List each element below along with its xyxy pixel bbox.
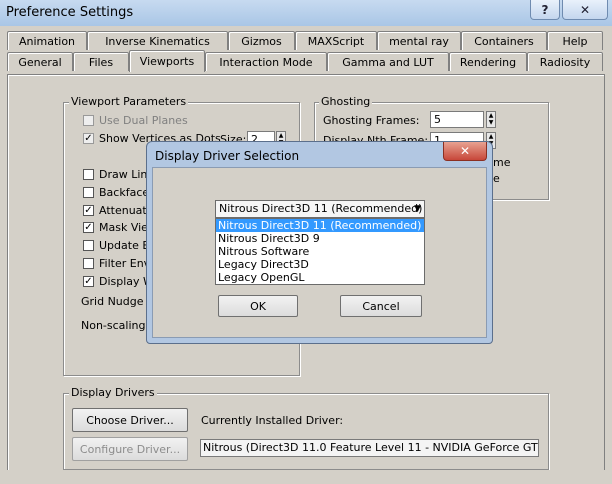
tab-help[interactable]: Help — [547, 31, 603, 50]
mask-viewport-checkbox[interactable]: ✓ — [83, 222, 94, 233]
tab-containers[interactable]: Containers — [461, 31, 547, 50]
driver-option-legacy-d3d[interactable]: Legacy Direct3D — [216, 258, 424, 271]
driver-select[interactable]: Nitrous Direct3D 11 (Recommended) ▼ — [215, 200, 425, 218]
tab-general[interactable]: General — [7, 52, 73, 71]
backface-checkbox[interactable] — [83, 187, 94, 198]
grid-nudge-label: Grid Nudge D — [81, 295, 156, 308]
filter-environment-checkbox[interactable] — [83, 258, 94, 269]
display-driver-selection-dialog: Display Driver Selection ✕ Nitrous Direc… — [146, 141, 493, 344]
chevron-down-icon[interactable]: ▼ — [414, 201, 421, 217]
tab-inverse-kinematics[interactable]: Inverse Kinematics — [87, 31, 228, 50]
driver-option-nitrous-d3d9[interactable]: Nitrous Direct3D 9 — [216, 232, 424, 245]
title-bar: Preference Settings ? ✕ — [0, 0, 612, 26]
driver-dropdown-list: Nitrous Direct3D 11 (Recommended) Nitrou… — [215, 218, 425, 285]
driver-option-nitrous-software[interactable]: Nitrous Software — [216, 245, 424, 258]
tab-animation[interactable]: Animation — [7, 31, 87, 50]
driver-option-legacy-opengl[interactable]: Legacy OpenGL — [216, 271, 424, 284]
tab-gamma-and-lut[interactable]: Gamma and LUT — [327, 52, 449, 71]
tab-viewports[interactable]: Viewports — [129, 50, 205, 72]
dialog-close-button[interactable]: ✕ — [443, 142, 487, 161]
tab-mental-ray[interactable]: mental ray — [377, 31, 461, 50]
tab-maxscript[interactable]: MAXScript — [295, 31, 377, 50]
tab-rendering[interactable]: Rendering — [449, 52, 527, 71]
currently-installed-label: Currently Installed Driver: — [201, 414, 344, 427]
display-world-checkbox[interactable]: ✓ — [83, 276, 94, 287]
display-drivers-label: Display Drivers — [69, 386, 157, 399]
backface-label: Backface — [99, 186, 150, 199]
window-title: Preference Settings — [6, 5, 134, 20]
ghosting-option-partial-1: me — [493, 156, 511, 169]
installed-driver-field: Nitrous (Direct3D 11.0 Feature Level 11 … — [200, 439, 539, 457]
ghosting-label: Ghosting — [319, 95, 373, 108]
use-dual-planes-label: Use Dual Planes — [99, 114, 188, 127]
tab-interaction-mode[interactable]: Interaction Mode — [205, 52, 327, 71]
dialog-title: Display Driver Selection — [155, 149, 300, 163]
draw-links-checkbox[interactable] — [83, 169, 94, 180]
configure-driver-button[interactable]: Configure Driver... — [72, 437, 188, 461]
non-scaling-label: Non-scaling o — [81, 319, 156, 332]
tab-radiosity[interactable]: Radiosity — [527, 52, 603, 71]
tab-files[interactable]: Files — [73, 52, 129, 71]
driver-select-value: Nitrous Direct3D 11 (Recommended) — [219, 202, 423, 215]
attenuate-checkbox[interactable]: ✓ — [83, 205, 94, 216]
close-button[interactable]: ✕ — [562, 0, 608, 20]
viewport-parameters-label: Viewport Parameters — [69, 95, 189, 108]
ghosting-frames-arrows[interactable]: ▲ ▼ — [486, 111, 496, 128]
choose-driver-button[interactable]: Choose Driver... — [72, 408, 188, 432]
ghosting-option-partial-2: e — [493, 172, 500, 185]
driver-option-nitrous-d3d11[interactable]: Nitrous Direct3D 11 (Recommended) — [216, 219, 424, 232]
dialog-body: Nitrous Direct3D 11 (Recommended) ▼ Nitr… — [152, 167, 487, 338]
use-dual-planes-checkbox[interactable] — [83, 115, 94, 126]
ok-button[interactable]: OK — [218, 295, 298, 317]
update-background-checkbox[interactable] — [83, 240, 94, 251]
window-bottom-edge — [0, 470, 612, 484]
ghosting-frames-spinner[interactable]: 5 — [430, 111, 484, 128]
cancel-button[interactable]: Cancel — [340, 295, 422, 317]
tab-gizmos[interactable]: Gizmos — [228, 31, 295, 50]
show-vertices-checkbox[interactable]: ✓ — [83, 133, 94, 144]
ghosting-frames-label: Ghosting Frames: — [323, 114, 420, 127]
help-button[interactable]: ? — [530, 0, 560, 20]
